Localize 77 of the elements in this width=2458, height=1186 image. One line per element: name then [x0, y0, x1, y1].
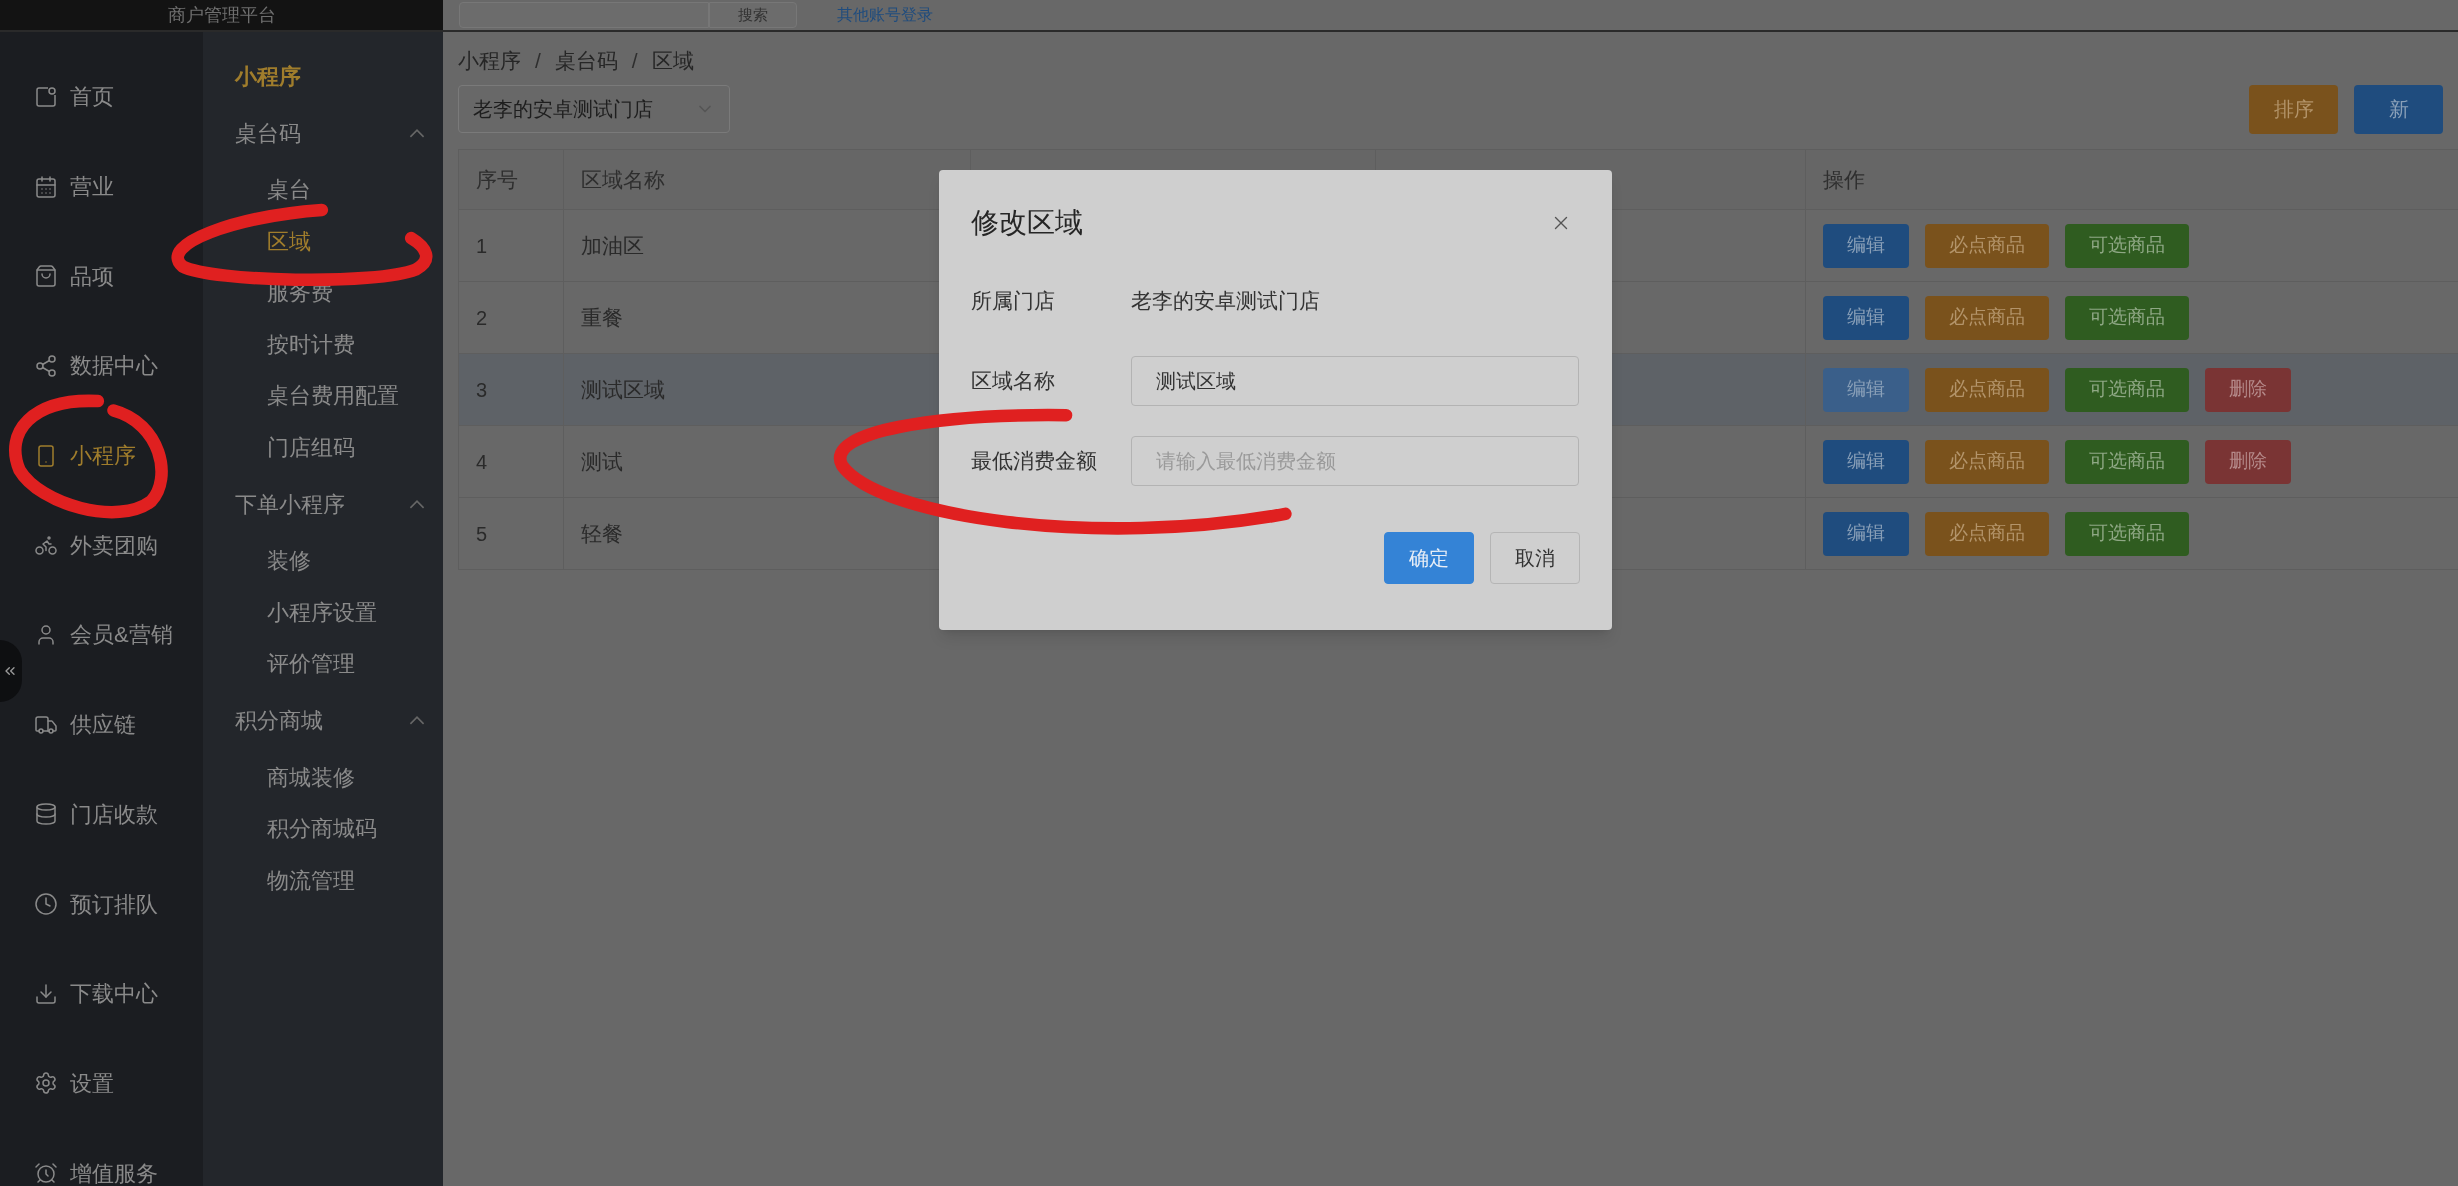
table-cell: 5 [459, 498, 564, 570]
nav-item[interactable]: 首页 [0, 52, 203, 142]
toolbar-button[interactable]: 新 [2354, 84, 2443, 134]
action-button[interactable]: 编辑 [1823, 295, 1909, 340]
submenu-item[interactable]: 桌台 [203, 164, 443, 216]
submenu-item[interactable]: 商城装修 [203, 751, 443, 803]
nav-item[interactable]: 门店收款 [0, 769, 203, 860]
action-button[interactable]: 必点商品 [1925, 223, 2049, 268]
breadcrumb-item[interactable]: 小程序 [458, 45, 521, 77]
action-button[interactable]: 可选商品 [2065, 367, 2189, 412]
submenu-item[interactable]: 门店组码 [203, 421, 443, 473]
breadcrumb-item[interactable]: 桌台码 [554, 45, 618, 77]
action-button[interactable]: 必点商品 [1925, 439, 2049, 484]
input-field[interactable]: 测试区域 [1131, 356, 1579, 406]
app-title: 商户管理平台 [167, 3, 276, 27]
nav-item[interactable]: 设置 [0, 1038, 203, 1129]
submenu-item[interactable]: 区域 [203, 215, 443, 267]
menu-group[interactable]: 下单小程序 [203, 473, 443, 535]
chevron-up-icon [409, 498, 425, 510]
field-value: 老李的安卓测试门店 [1131, 288, 1320, 315]
nav-item[interactable]: 下载中心 [0, 948, 203, 1039]
nav-item[interactable]: 品项 [0, 231, 203, 322]
toolbar-button[interactable]: 排序 [2249, 84, 2338, 134]
action-button[interactable]: 编辑 [1823, 367, 1909, 412]
action-button[interactable]: 必点商品 [1925, 511, 2049, 556]
calendar-icon [34, 174, 58, 199]
action-button[interactable]: 删除 [2205, 439, 2291, 484]
nav-item[interactable]: 外卖团购 [0, 500, 203, 591]
download-icon [34, 981, 58, 1006]
action-button[interactable]: 编辑 [1823, 223, 1909, 268]
action-button[interactable]: 必点商品 [1925, 295, 2049, 340]
bicycle-icon [34, 533, 58, 558]
submenu-item[interactable]: 物流管理 [203, 854, 443, 906]
action-button[interactable]: 可选商品 [2065, 295, 2189, 340]
dialog-button[interactable]: 取消 [1490, 532, 1580, 584]
nav-item[interactable]: 供应链 [0, 679, 203, 770]
share-icon [34, 353, 58, 378]
action-button[interactable]: 可选商品 [2065, 439, 2189, 484]
store-select[interactable]: 老李的安卓测试门店 [458, 85, 730, 133]
action-button[interactable]: 编辑 [1823, 511, 1909, 556]
nav-item[interactable]: 增值服务 [0, 1128, 203, 1186]
action-button[interactable]: 可选商品 [2065, 223, 2189, 268]
nav-item[interactable]: 营业 [0, 141, 203, 232]
field-label: 所属门店 [971, 288, 1056, 315]
alarm-clock-icon [34, 1161, 58, 1186]
submenu-item[interactable]: 按时计费 [203, 318, 443, 370]
submenu-item[interactable]: 装修 [203, 535, 443, 587]
action-button[interactable]: 必点商品 [1925, 367, 2049, 412]
breadcrumb-item[interactable]: 区域 [651, 45, 694, 77]
menu-group[interactable]: 桌台码 [203, 102, 443, 164]
menu-group[interactable]: 积分商城 [203, 689, 443, 752]
submenu-item[interactable]: 小程序设置 [203, 586, 443, 638]
field-label: 最低消费金额 [971, 448, 1098, 475]
action-button[interactable]: 编辑 [1823, 439, 1909, 484]
breadcrumb-separator: / [631, 48, 638, 75]
dialog-title: 修改区域 [971, 206, 1083, 240]
dialog-button[interactable]: 确定 [1384, 532, 1474, 584]
search-button[interactable]: 搜索 [709, 2, 797, 28]
chevron-up-icon [409, 127, 425, 139]
submenu-item[interactable]: 积分商城码 [203, 803, 443, 855]
breadcrumb-separator: / [535, 48, 541, 75]
field-label: 区域名称 [971, 368, 1056, 395]
settings-icon [34, 1071, 58, 1096]
action-button[interactable]: 删除 [2205, 367, 2291, 412]
clock-icon [34, 892, 58, 917]
nav-item[interactable]: 数据中心 [0, 321, 203, 411]
submenu-item[interactable]: 桌台费用配置 [203, 370, 443, 422]
nav-item[interactable]: 预订排队 [0, 859, 203, 949]
home-icon [34, 84, 58, 109]
action-button[interactable]: 可选商品 [2065, 511, 2189, 556]
submenu-item[interactable]: 评价管理 [203, 638, 443, 690]
database-icon [34, 802, 58, 827]
sub-sidebar-title: 小程序 [233, 62, 302, 91]
bag-icon [34, 264, 58, 289]
chevron-up-icon [409, 715, 425, 726]
nav-item[interactable]: 小程序 [0, 410, 203, 501]
nav-item[interactable]: 会员&营销 [0, 590, 203, 680]
